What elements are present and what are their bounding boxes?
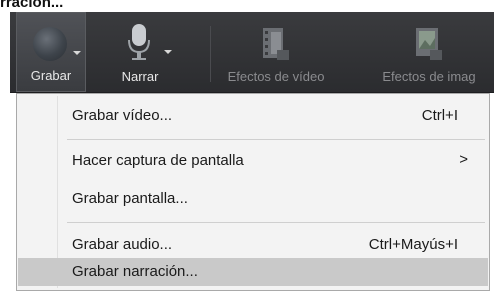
chevron-down-icon — [164, 50, 172, 54]
toolbar-separator — [210, 26, 211, 82]
menu-item-label: Hacer captura de pantalla — [72, 152, 244, 169]
menu-item-label: Grabar audio... — [72, 236, 173, 253]
record-button[interactable]: Grabar — [16, 12, 86, 92]
menu-item-record-narration[interactable]: Grabar narración... — [18, 258, 488, 286]
video-effects-icon — [263, 28, 289, 60]
menu-item-label: Grabar narración... — [72, 263, 198, 280]
narrate-button[interactable]: Narrar — [102, 12, 178, 92]
menu-item-screenshot[interactable]: Hacer captura de pantalla > — [18, 147, 488, 175]
record-button-label: Grabar — [30, 68, 72, 83]
toolbar: Grabar Narrar Efectos de vídeo Efectos d… — [10, 12, 494, 93]
image-effects-icon — [416, 28, 442, 60]
record-dropdown-menu: Grabar vídeo... Ctrl+I Hacer captura de … — [16, 93, 490, 291]
menu-item-label: Grabar vídeo... — [72, 107, 173, 124]
menu-item-shortcut: Ctrl+Mayús+I — [368, 236, 458, 253]
menu-separator — [67, 222, 485, 223]
image-effects-button-label: Efectos de imag — [382, 69, 476, 84]
video-effects-button[interactable]: Efectos de vídeo — [216, 12, 336, 92]
record-icon — [33, 27, 67, 61]
menu-item-shortcut: Ctrl+I — [421, 107, 458, 124]
menu-item-label: Grabar pantalla... — [72, 190, 188, 207]
chevron-down-icon — [73, 51, 81, 55]
narrate-button-label: Narrar — [121, 69, 159, 84]
microphone-icon — [128, 24, 150, 60]
submenu-arrow-icon: > — [459, 151, 468, 168]
menu-item-record-video[interactable]: Grabar vídeo... Ctrl+I — [18, 102, 488, 130]
menu-item-record-screen[interactable]: Grabar pantalla... — [18, 185, 488, 213]
video-effects-button-label: Efectos de vídeo — [227, 69, 325, 84]
image-effects-button[interactable]: Efectos de imag — [364, 12, 494, 92]
menu-item-record-audio[interactable]: Grabar audio... Ctrl+Mayús+I — [18, 231, 488, 259]
menu-separator — [67, 139, 485, 140]
